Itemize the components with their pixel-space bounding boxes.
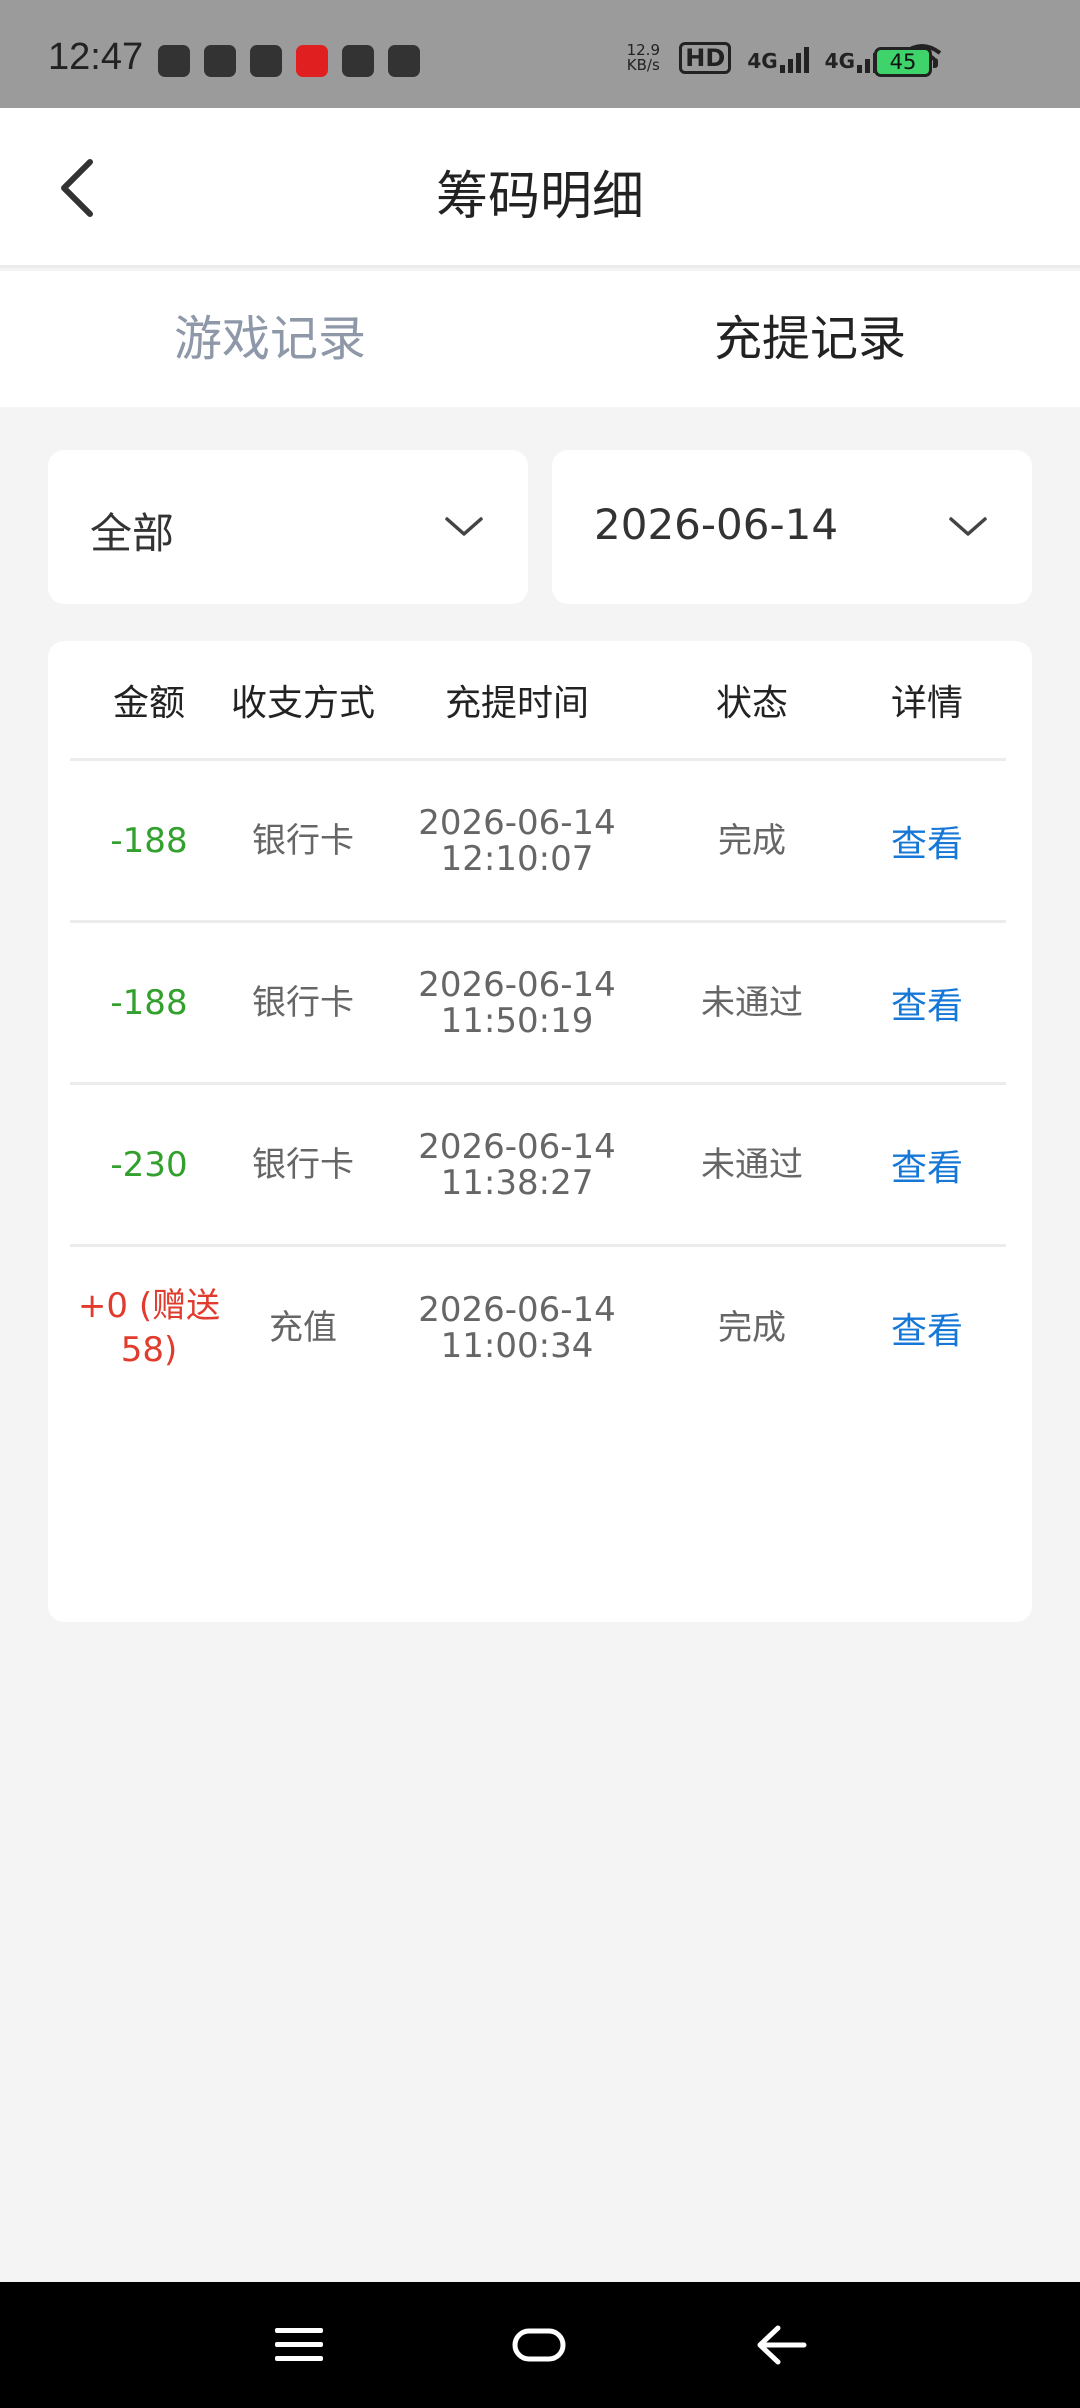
time-cell: 2026-06-14 11:00:34: [378, 1247, 656, 1409]
filter-bar: 全部 2026-06-14: [48, 450, 1032, 604]
view-detail-link[interactable]: 查看: [848, 923, 1006, 1082]
vivo-app-icon: [204, 45, 236, 77]
amount-cell: -188: [110, 820, 188, 861]
status-time: 12:47: [48, 36, 144, 78]
column-header-amount: 金额: [112, 682, 185, 724]
notification-icons: [158, 45, 420, 77]
time-clock: 11:00:34: [440, 1326, 594, 1366]
time-clock: 12:10:07: [440, 838, 594, 879]
time-clock: 11:50:19: [440, 1000, 594, 1041]
method-cell: 银行卡: [252, 820, 354, 861]
chevron-down-icon: [445, 517, 483, 536]
method-cell: 充值: [269, 1308, 337, 1348]
time-date: 2026-06-14: [418, 964, 616, 1005]
date-select[interactable]: 2026-06-14: [552, 450, 1032, 604]
view-detail-link[interactable]: 查看: [848, 1247, 1006, 1409]
tab-deposit-withdraw-records[interactable]: 充提记录: [540, 271, 1080, 407]
system-nav-bar: [0, 2282, 1080, 2408]
status-bar: 12:47 12.9 KB/s HD 4G 4G 45: [0, 0, 1080, 108]
table-row: +0 (赠送 58) 充值 2026-06-14 11:00:34 完成 查看: [70, 1247, 1006, 1409]
table-row: -230 银行卡 2026-06-14 11:38:27 未通过 查看: [70, 1085, 1006, 1247]
view-detail-link[interactable]: 查看: [848, 761, 1006, 920]
column-header-time: 充提时间: [444, 682, 589, 724]
home-icon[interactable]: [512, 2320, 566, 2370]
tab-game-records[interactable]: 游戏记录: [0, 271, 540, 407]
network-speed: 12.9 KB/s: [623, 43, 663, 73]
k-app-icon: [342, 45, 374, 77]
status-cell: 未通过: [701, 1144, 803, 1185]
type-select-value: 全部: [90, 509, 175, 558]
time-cell: 2026-06-14 11:50:19: [378, 923, 656, 1082]
amount-line-2: 58): [120, 1330, 178, 1370]
speed-unit: KB/s: [626, 56, 660, 74]
records-table: 金额 收支方式 充提时间 状态 详情 -188 银行卡 2026-06-14 1…: [48, 641, 1032, 1622]
card-app-icon: [158, 45, 190, 77]
time-date: 2026-06-14: [418, 1290, 616, 1330]
network-type-2: 4G: [824, 49, 855, 73]
table-row: -188 银行卡 2026-06-14 11:50:19 未通过 查看: [70, 923, 1006, 1085]
time-cell: 2026-06-14 12:10:07: [378, 761, 656, 920]
bag-app-icon: [388, 45, 420, 77]
app-header: 筹码明细: [0, 108, 1080, 268]
menu-icon[interactable]: [272, 2320, 326, 2370]
amount-cell: +0 (赠送 58): [70, 1247, 228, 1409]
status-cell: 完成: [718, 820, 786, 861]
amount-cell: -230: [110, 1144, 188, 1185]
back-arrow-icon[interactable]: [754, 2320, 808, 2370]
table-header: 金额 收支方式 充提时间 状态 详情: [70, 641, 1006, 761]
method-cell: 银行卡: [252, 1144, 354, 1185]
table-row: -188 银行卡 2026-06-14 12:10:07 完成 查看: [70, 761, 1006, 923]
amount-line-1: +0 (赠送: [77, 1286, 221, 1326]
red-app-icon: [296, 45, 328, 77]
hd-icon: HD: [679, 42, 732, 74]
column-header-detail: 详情: [890, 682, 963, 724]
view-detail-link[interactable]: 查看: [848, 1085, 1006, 1244]
page-title: 筹码明细: [435, 167, 644, 227]
record-tabs: 游戏记录 充提记录: [0, 271, 1080, 407]
column-header-status: 状态: [715, 682, 788, 724]
time-cell: 2026-06-14 11:38:27: [378, 1085, 656, 1244]
status-cell: 完成: [718, 1308, 786, 1348]
time-clock: 11:38:27: [440, 1162, 594, 1203]
date-select-value: 2026-06-14: [594, 500, 839, 549]
battery-icon: 45: [874, 47, 938, 77]
amount-cell: -188: [110, 982, 188, 1023]
column-header-method: 收支方式: [230, 682, 375, 724]
method-cell: 银行卡: [252, 982, 354, 1023]
chevron-down-icon: [949, 517, 987, 536]
time-date: 2026-06-14: [418, 802, 616, 843]
leaf-app-icon: [250, 45, 282, 77]
status-cell: 未通过: [701, 982, 803, 1023]
time-date: 2026-06-14: [418, 1126, 616, 1167]
signal-icon-1: 4G: [747, 43, 809, 73]
type-select[interactable]: 全部: [48, 450, 528, 604]
network-type-1: 4G: [747, 49, 778, 73]
